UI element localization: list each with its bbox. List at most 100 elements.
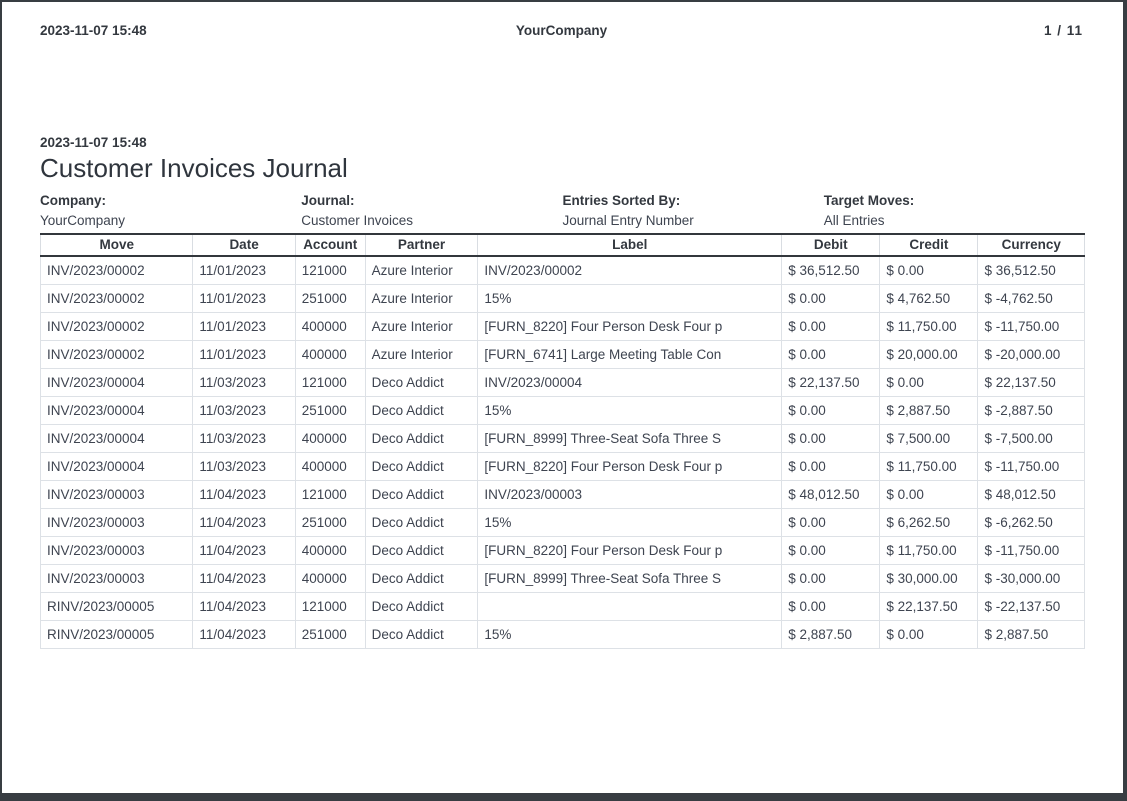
cell-debit: $ 0.00 bbox=[781, 284, 881, 313]
cell-credit: $ 20,000.00 bbox=[879, 340, 979, 369]
cell-move: INV/2023/00003 bbox=[39, 508, 194, 537]
cell-partner: Deco Addict bbox=[364, 620, 479, 649]
cell-date: 11/03/2023 bbox=[192, 396, 296, 425]
table-row: INV/2023/00003 11/04/2023 251000 Deco Addic… bbox=[39, 508, 1085, 537]
meta-company: Company: YourCompany bbox=[40, 193, 301, 228]
cell-label: INV/2023/00003 bbox=[477, 480, 783, 509]
cell-credit: $ 7,500.00 bbox=[879, 424, 979, 453]
cell-account: 400000 bbox=[294, 452, 366, 481]
cell-move: INV/2023/00003 bbox=[39, 564, 194, 593]
cell-label: [FURN_8220] Four Person Desk Four p bbox=[477, 312, 783, 341]
cell-move: INV/2023/00002 bbox=[39, 340, 194, 369]
cell-debit: $ 0.00 bbox=[781, 564, 881, 593]
cell-move: INV/2023/00004 bbox=[39, 368, 194, 397]
cell-currency: $ 36,512.50 bbox=[977, 255, 1085, 285]
cell-label bbox=[477, 592, 783, 621]
page-title: Customer Invoices Journal bbox=[40, 153, 348, 183]
cell-label: [FURN_6741] Large Meeting Table Con bbox=[477, 340, 783, 369]
cell-currency: $ 2,887.50 bbox=[977, 620, 1085, 649]
cell-currency: $ -11,750.00 bbox=[977, 536, 1085, 565]
table-row: INV/2023/00002 11/01/2023 400000 Azure Inte… bbox=[39, 340, 1085, 369]
cell-label: 15% bbox=[477, 508, 783, 537]
cell-label: [FURN_8999] Three-Seat Sofa Three S bbox=[477, 424, 783, 453]
cell-currency: $ 48,012.50 bbox=[977, 480, 1085, 509]
cell-move: INV/2023/00002 bbox=[39, 284, 194, 313]
column-header-debit: Debit bbox=[781, 233, 881, 257]
cell-currency: $ -20,000.00 bbox=[977, 340, 1085, 369]
meta-company-label: Company: bbox=[40, 193, 107, 208]
cell-credit: $ 22,137.50 bbox=[879, 592, 979, 621]
cell-partner: Deco Addict bbox=[364, 424, 479, 453]
meta-target-moves-label: Target Moves: bbox=[823, 193, 915, 208]
cell-debit: $ 48,012.50 bbox=[781, 480, 881, 509]
cell-credit: $ 0.00 bbox=[879, 480, 979, 509]
cell-debit: $ 0.00 bbox=[781, 312, 881, 341]
table-row: INV/2023/00002 11/01/2023 251000 Azure Inte… bbox=[39, 284, 1085, 313]
cell-date: 11/03/2023 bbox=[192, 368, 296, 397]
cell-date: 11/04/2023 bbox=[192, 564, 296, 593]
cell-label: [FURN_8220] Four Person Desk Four p bbox=[477, 536, 783, 565]
header-company: YourCompany bbox=[515, 23, 608, 38]
column-header-partner: Partner bbox=[364, 233, 479, 257]
cell-debit: $ 0.00 bbox=[781, 424, 881, 453]
cell-account: 121000 bbox=[294, 368, 366, 397]
cell-date: 11/04/2023 bbox=[192, 536, 296, 565]
cell-currency: $ -11,750.00 bbox=[977, 312, 1085, 341]
cell-debit: $ 0.00 bbox=[781, 508, 881, 537]
journal-table-body: INV/2023/00002 11/01/2023 121000 Azure Inte… bbox=[39, 255, 1085, 649]
cell-credit: $ 6,262.50 bbox=[879, 508, 979, 537]
table-row: INV/2023/00004 11/03/2023 400000 Deco Addic… bbox=[39, 424, 1085, 453]
journal-table-head-row: Move Date Account Partner Label Debit Credit Cu… bbox=[39, 233, 1085, 257]
table-row: INV/2023/00002 11/01/2023 400000 Azure Inte… bbox=[39, 312, 1085, 341]
cell-partner: Deco Addict bbox=[364, 368, 479, 397]
meta-target-moves-value: All Entries bbox=[823, 213, 885, 228]
cell-partner: Azure Interior bbox=[364, 340, 479, 369]
cell-account: 121000 bbox=[294, 255, 366, 285]
cell-date: 11/03/2023 bbox=[192, 424, 296, 453]
cell-currency: $ -7,500.00 bbox=[977, 424, 1085, 453]
cell-currency: $ -30,000.00 bbox=[977, 564, 1085, 593]
column-header-move: Move bbox=[39, 233, 194, 257]
report-body: 2023-11-07 15:48 Customer Invoices Journ… bbox=[2, 135, 1123, 649]
column-header-label: Label bbox=[477, 233, 783, 257]
cell-date: 11/01/2023 bbox=[192, 255, 296, 285]
meta-journal-value: Customer Invoices bbox=[301, 213, 414, 228]
meta-sorted-by: Entries Sorted By: Journal Entry Number bbox=[563, 193, 824, 228]
cell-partner: Azure Interior bbox=[364, 284, 479, 313]
cell-currency: $ 22,137.50 bbox=[977, 368, 1085, 397]
column-header-credit: Credit bbox=[879, 233, 979, 257]
cell-debit: $ 0.00 bbox=[781, 452, 881, 481]
cell-account: 121000 bbox=[294, 480, 366, 509]
cell-debit: $ 0.00 bbox=[781, 340, 881, 369]
table-row: INV/2023/00003 11/04/2023 400000 Deco Addic… bbox=[39, 536, 1085, 565]
column-header-account: Account bbox=[294, 233, 366, 257]
cell-account: 400000 bbox=[294, 424, 366, 453]
cell-currency: $ -11,750.00 bbox=[977, 452, 1085, 481]
cell-date: 11/04/2023 bbox=[192, 508, 296, 537]
table-row: INV/2023/00003 11/04/2023 400000 Deco Addic… bbox=[39, 564, 1085, 593]
cell-label: INV/2023/00004 bbox=[477, 368, 783, 397]
cell-partner: Deco Addict bbox=[364, 480, 479, 509]
cell-credit: $ 11,750.00 bbox=[879, 536, 979, 565]
cell-move: INV/2023/00004 bbox=[39, 452, 194, 481]
cell-move: INV/2023/00003 bbox=[39, 480, 194, 509]
cell-move: INV/2023/00004 bbox=[39, 424, 194, 453]
cell-account: 400000 bbox=[294, 564, 366, 593]
cell-date: 11/01/2023 bbox=[192, 340, 296, 369]
cell-account: 121000 bbox=[294, 592, 366, 621]
report-meta: Company: YourCompany Journal: Customer I… bbox=[40, 193, 1085, 228]
cell-partner: Deco Addict bbox=[364, 508, 479, 537]
cell-debit: $ 0.00 bbox=[781, 592, 881, 621]
cell-credit: $ 2,887.50 bbox=[879, 396, 979, 425]
cell-currency: $ -4,762.50 bbox=[977, 284, 1085, 313]
cell-label: [FURN_8999] Three-Seat Sofa Three S bbox=[477, 564, 783, 593]
cell-date: 11/04/2023 bbox=[192, 620, 296, 649]
cell-account: 251000 bbox=[294, 396, 366, 425]
journal-entries-table: Move Date Account Partner Label Debit Credit Cu… bbox=[39, 233, 1085, 649]
cell-label: 15% bbox=[477, 620, 783, 649]
column-header-currency: Currency bbox=[977, 233, 1085, 257]
cell-date: 11/01/2023 bbox=[192, 312, 296, 341]
cell-date: 11/04/2023 bbox=[192, 480, 296, 509]
cell-account: 400000 bbox=[294, 340, 366, 369]
meta-target-moves: Target Moves: All Entries bbox=[824, 193, 1085, 228]
